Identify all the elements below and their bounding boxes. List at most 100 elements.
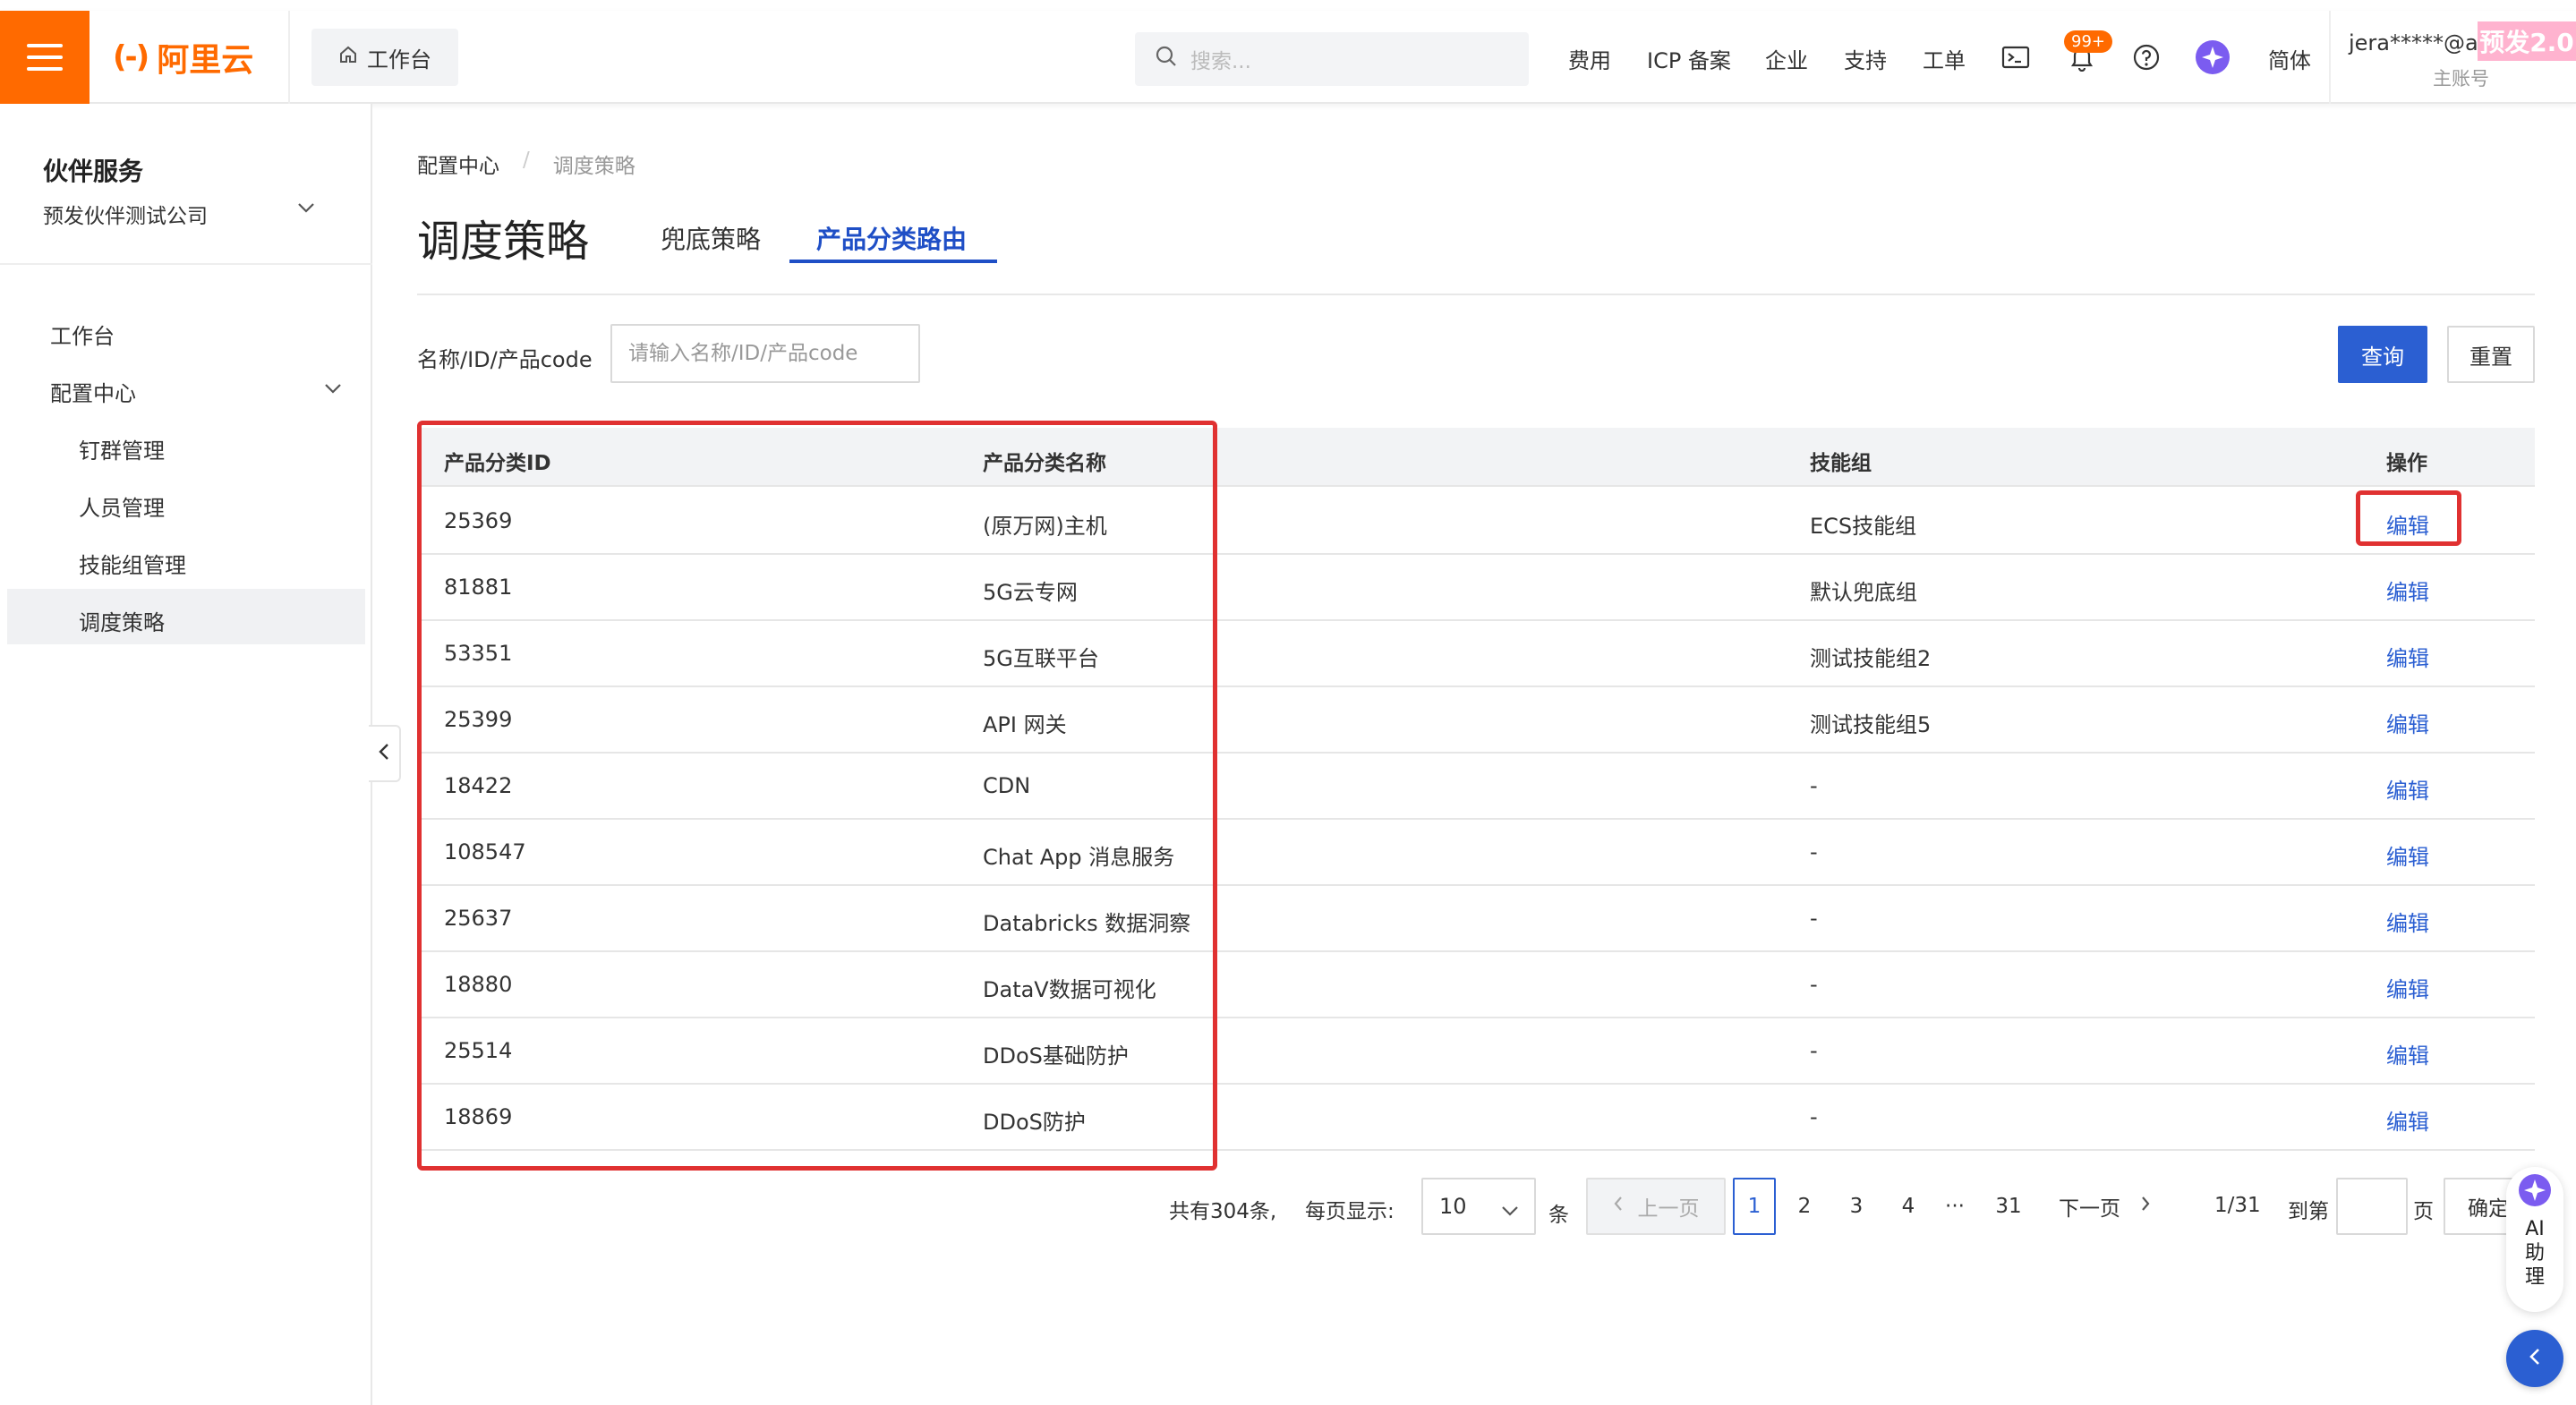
- cell-skill-group: -: [1810, 972, 1818, 997]
- sidebar-item-staff[interactable]: 人员管理: [79, 490, 165, 522]
- sidebar-title: 伙伴服务: [43, 157, 144, 186]
- goto-page-input[interactable]: [2336, 1178, 2408, 1235]
- company-selector[interactable]: 预发伙伴测试公司: [43, 199, 208, 229]
- prev-page-button[interactable]: 上一页: [1586, 1178, 1726, 1235]
- highlight-box-columns: [417, 421, 1217, 1171]
- ai-sparkle-icon[interactable]: [2195, 39, 2231, 75]
- header-actions: 操作: [2386, 452, 2427, 475]
- page-unit: 页: [2413, 1200, 2434, 1223]
- nav-ticket[interactable]: 工单: [1923, 43, 1966, 74]
- sidebar-item-config-center[interactable]: 配置中心: [50, 376, 136, 407]
- menu-line: [27, 55, 63, 59]
- sidebar-collapse-button[interactable]: [369, 725, 401, 782]
- divider: [0, 263, 372, 265]
- page-ellipsis[interactable]: ···: [1933, 1178, 1976, 1235]
- header-skill-group: 技能组: [1810, 452, 1872, 475]
- edit-link[interactable]: 编辑: [2386, 773, 2429, 805]
- page-number-2[interactable]: 2: [1783, 1178, 1826, 1235]
- breadcrumb-separator: /: [523, 149, 530, 172]
- account-role: 主账号: [2433, 68, 2489, 89]
- page-title: 调度策略: [417, 217, 590, 267]
- nav-billing[interactable]: 费用: [1568, 43, 1611, 74]
- page-size-select[interactable]: 10: [1421, 1178, 1536, 1235]
- page-indicator: 1/31: [2214, 1194, 2261, 1217]
- page-number-1[interactable]: 1: [1733, 1178, 1776, 1235]
- nav-enterprise[interactable]: 企业: [1765, 43, 1808, 74]
- chevron-down-icon[interactable]: [322, 381, 344, 399]
- sidebar-item-dingtalk-groups[interactable]: 钉群管理: [79, 433, 165, 464]
- tabs-divider: [417, 294, 2535, 295]
- cell-skill-group: 测试技能组5: [1810, 712, 1932, 737]
- global-search-input[interactable]: 搜索...: [1135, 32, 1529, 86]
- cell-skill-group: -: [1810, 1038, 1818, 1063]
- next-page-button[interactable]: 下一页: [2059, 1178, 2151, 1235]
- search-placeholder: 搜索...: [1190, 50, 1251, 73]
- help-icon[interactable]: [2128, 39, 2164, 75]
- filter-search-input[interactable]: [610, 324, 920, 383]
- per-page-label: 每页显示:: [1305, 1200, 1395, 1223]
- edit-link[interactable]: 编辑: [2386, 641, 2429, 672]
- ai-sparkle-icon: [2517, 1172, 2553, 1212]
- page-number-4[interactable]: 4: [1887, 1178, 1930, 1235]
- filter-label: 名称/ID/产品code: [417, 347, 593, 372]
- tab-product-category-routing[interactable]: 产品分类路由: [816, 220, 967, 256]
- sidebar-item-skill-groups[interactable]: 技能组管理: [79, 548, 186, 579]
- terminal-icon[interactable]: [1998, 39, 2034, 75]
- ai-assistant-label: AI助理: [2524, 1218, 2545, 1289]
- edit-link[interactable]: 编辑: [2386, 1038, 2429, 1069]
- breadcrumb-current: 调度策略: [552, 155, 635, 178]
- cell-skill-group: ECS技能组: [1810, 514, 1917, 539]
- cell-skill-group: -: [1810, 906, 1818, 931]
- workbench-button[interactable]: 工作台: [311, 29, 458, 86]
- page-size-value: 10: [1439, 1194, 1467, 1219]
- home-icon: [338, 45, 358, 70]
- hamburger-menu-button[interactable]: [0, 11, 90, 104]
- page-number-31[interactable]: 31: [1987, 1178, 2030, 1235]
- workbench-label: 工作台: [367, 47, 431, 72]
- chevron-right-icon: [2140, 1195, 2151, 1218]
- reset-button[interactable]: 重置: [2447, 326, 2535, 383]
- nav-support[interactable]: 支持: [1844, 43, 1887, 74]
- edit-link[interactable]: 编辑: [2386, 906, 2429, 937]
- float-collapse-button[interactable]: [2506, 1330, 2563, 1387]
- logo-mark-icon: (-): [113, 39, 149, 75]
- query-button[interactable]: 查询: [2338, 326, 2427, 383]
- tab-fallback-policy[interactable]: 兜底策略: [661, 220, 761, 256]
- page-number-3[interactable]: 3: [1835, 1178, 1878, 1235]
- cell-skill-group: -: [1810, 839, 1818, 864]
- page-size-unit: 条: [1548, 1204, 1569, 1227]
- highlight-box-edit: [2356, 490, 2461, 546]
- divider: [288, 11, 290, 104]
- cell-skill-group: 默认兜底组: [1810, 580, 1917, 605]
- chevron-left-icon: [2529, 1347, 2541, 1370]
- menu-line: [27, 67, 63, 71]
- edit-link[interactable]: 编辑: [2386, 1104, 2429, 1136]
- edit-link[interactable]: 编辑: [2386, 972, 2429, 1003]
- top-navigation-bar: (-) 阿里云 工作台 搜索... 费用 ICP 备案 企业 支持 工单 99+…: [0, 11, 2576, 104]
- chevron-left-icon: [1613, 1195, 1624, 1218]
- aliyun-logo[interactable]: (-) 阿里云: [113, 38, 253, 79]
- goto-label: 到第: [2288, 1200, 2329, 1223]
- sidebar-item-workbench[interactable]: 工作台: [50, 319, 115, 350]
- divider: [2329, 11, 2331, 104]
- language-switch[interactable]: 简体: [2268, 43, 2311, 74]
- sidebar: 伙伴服务 预发伙伴测试公司 工作台 配置中心 钉群管理 人员管理 技能组管理 调…: [0, 104, 372, 1405]
- breadcrumb: 配置中心 / 调度策略: [417, 149, 635, 179]
- chevron-down-icon: [1500, 1197, 1520, 1222]
- edit-link[interactable]: 编辑: [2386, 839, 2429, 871]
- edit-link[interactable]: 编辑: [2386, 707, 2429, 738]
- chevron-down-icon[interactable]: [295, 200, 317, 218]
- ai-assistant-button[interactable]: AI助理: [2506, 1167, 2563, 1312]
- environment-tag: 预发2.0: [2478, 21, 2576, 61]
- sidebar-item-dispatch-policy[interactable]: 调度策略: [79, 605, 165, 636]
- menu-line: [27, 44, 63, 47]
- cell-skill-group: 测试技能组2: [1810, 646, 1932, 671]
- edit-link[interactable]: 编辑: [2386, 575, 2429, 606]
- prev-page-label: 上一页: [1637, 1197, 1700, 1221]
- active-tab-indicator: [789, 260, 997, 263]
- cell-skill-group: -: [1810, 773, 1818, 798]
- breadcrumb-parent[interactable]: 配置中心: [417, 149, 499, 179]
- total-count: 共有304条,: [1169, 1200, 1277, 1223]
- notification-badge: 99+: [2064, 30, 2112, 53]
- nav-icp-filing[interactable]: ICP 备案: [1647, 43, 1731, 74]
